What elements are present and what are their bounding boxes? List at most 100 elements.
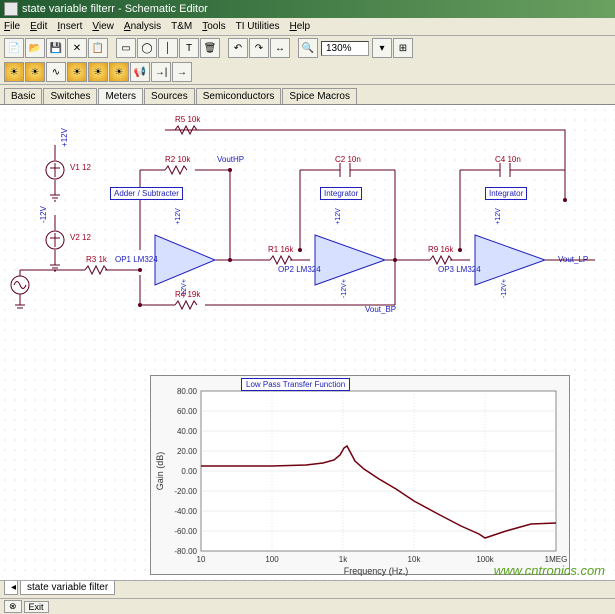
tab-switches[interactable]: Switches bbox=[43, 88, 97, 104]
rotate-right-button[interactable]: ↷ bbox=[249, 38, 269, 58]
graph-title: Low Pass Transfer Function bbox=[241, 378, 350, 391]
text-button[interactable]: T bbox=[179, 38, 199, 58]
delete-button[interactable]: 🗑 bbox=[200, 38, 220, 58]
svg-text:-60.00: -60.00 bbox=[174, 527, 197, 536]
title-bar: state variable filterr - Schematic Edito… bbox=[0, 0, 615, 18]
sim-button-2[interactable]: ☀ bbox=[25, 62, 45, 82]
net-voutbp: Vout_BP bbox=[365, 305, 396, 314]
zoom-button[interactable]: 🔍 bbox=[298, 38, 318, 58]
svg-text:60.00: 60.00 bbox=[177, 407, 198, 416]
label-r1: R1 16k bbox=[268, 245, 293, 254]
svg-text:0.00: 0.00 bbox=[181, 467, 197, 476]
wire-button[interactable]: │ bbox=[158, 38, 178, 58]
sim-button-7[interactable]: 📢 bbox=[130, 62, 150, 82]
svg-text:100: 100 bbox=[265, 555, 279, 564]
sim-button-4[interactable]: ☀ bbox=[67, 62, 87, 82]
svg-text:-20.00: -20.00 bbox=[174, 487, 197, 496]
mirror-button[interactable]: ↔ bbox=[270, 38, 290, 58]
exit-button[interactable]: Exit bbox=[24, 601, 49, 613]
tab-meters[interactable]: Meters bbox=[98, 88, 143, 104]
op1-p12: +12V bbox=[175, 208, 182, 225]
schematic-canvas[interactable]: V1 12 V2 12 +12V -12V R3 1k R2 10k R5 10… bbox=[0, 105, 615, 580]
label-r2: R2 10k bbox=[165, 155, 190, 164]
sim-button-9[interactable]: → bbox=[172, 62, 192, 82]
box-integ2: Integrator bbox=[485, 187, 527, 200]
sim-button-5[interactable]: ☀ bbox=[88, 62, 108, 82]
menu-help[interactable]: Help bbox=[290, 21, 311, 32]
svg-text:40.00: 40.00 bbox=[177, 427, 198, 436]
tab-sources[interactable]: Sources bbox=[144, 88, 195, 104]
sim-button-1[interactable]: ☀ bbox=[4, 62, 24, 82]
tab-scroll-left[interactable]: ◂ bbox=[4, 581, 18, 595]
tab-basic[interactable]: Basic bbox=[4, 88, 42, 104]
bottom-tabbar: ◂ state variable filter bbox=[0, 580, 615, 598]
label-r9: R9 16k bbox=[428, 245, 453, 254]
svg-text:80.00: 80.00 bbox=[177, 387, 198, 396]
bode-plot: Low Pass Transfer Function 80.00 bbox=[150, 375, 570, 575]
save-button[interactable]: 💾 bbox=[46, 38, 66, 58]
label-r5: R5 10k bbox=[175, 115, 200, 124]
new-button[interactable]: 📄 bbox=[4, 38, 24, 58]
box-adder: Adder / Subtracter bbox=[110, 187, 183, 200]
select-button[interactable]: ▭ bbox=[116, 38, 136, 58]
component-tabs: Basic Switches Meters Sources Semiconduc… bbox=[0, 85, 615, 105]
net-vouthp: VoutHP bbox=[217, 155, 244, 164]
toolbar: 📄 📂 💾 ✕ 📋 ▭ ◯ │ T 🗑 ↶ ↷ ↔ 🔍 130% ▾ ⊞ ☀ ☀… bbox=[0, 36, 615, 85]
menu-edit[interactable]: Edit bbox=[30, 21, 47, 32]
label-v1: V1 12 bbox=[70, 163, 91, 172]
menu-analysis[interactable]: Analysis bbox=[124, 21, 161, 32]
svg-text:1k: 1k bbox=[339, 555, 348, 564]
zoom-dropdown[interactable]: ▾ bbox=[372, 38, 392, 58]
sim-button-3[interactable]: ∿ bbox=[46, 62, 66, 82]
op1-n12: -12V+ bbox=[181, 279, 188, 298]
op3-n12: -12V+ bbox=[501, 279, 508, 298]
sheet-tab[interactable]: state variable filter bbox=[20, 581, 115, 595]
svg-text:-40.00: -40.00 bbox=[174, 507, 197, 516]
rotate-left-button[interactable]: ↶ bbox=[228, 38, 248, 58]
net-p12v: +12V bbox=[60, 128, 69, 147]
menu-bar: File Edit Insert View Analysis T&M Tools… bbox=[0, 18, 615, 36]
net-voutlp: Vout_LP bbox=[558, 255, 588, 264]
svg-text:Gain (dB): Gain (dB) bbox=[155, 452, 165, 491]
sim-button-6[interactable]: ☀ bbox=[109, 62, 129, 82]
tab-semiconductors[interactable]: Semiconductors bbox=[196, 88, 282, 104]
sim-button-8[interactable]: →| bbox=[151, 62, 171, 82]
watermark: www.cntronics.com bbox=[494, 563, 605, 578]
close-button[interactable]: ✕ bbox=[67, 38, 87, 58]
menu-tm[interactable]: T&M bbox=[171, 21, 192, 32]
copy-button[interactable]: 📋 bbox=[88, 38, 108, 58]
svg-text:10: 10 bbox=[197, 555, 206, 564]
menu-view[interactable]: View bbox=[92, 21, 114, 32]
svg-text:20.00: 20.00 bbox=[177, 447, 198, 456]
op3-p12: +12V bbox=[495, 208, 502, 225]
label-c2: C2 10n bbox=[335, 155, 361, 164]
label-c4: C4 10n bbox=[495, 155, 521, 164]
graph-svg: 80.00 60.00 40.00 20.00 0.00 -20.00 -40.… bbox=[151, 376, 571, 576]
svg-text:100k: 100k bbox=[476, 555, 494, 564]
status-bar: ⊗ Exit bbox=[0, 598, 615, 614]
schematic-svg bbox=[0, 105, 615, 385]
label-r3: R3 1k bbox=[86, 255, 107, 264]
zoom-input[interactable]: 130% bbox=[321, 41, 369, 56]
box-integ1: Integrator bbox=[320, 187, 362, 200]
tab-spice[interactable]: Spice Macros bbox=[282, 88, 357, 104]
net-n12v: -12V bbox=[39, 206, 48, 223]
menu-tools[interactable]: Tools bbox=[202, 21, 225, 32]
op2-n12: -12V+ bbox=[341, 279, 348, 298]
op2-p12: +12V bbox=[335, 208, 342, 225]
menu-tiutil[interactable]: TI Utilities bbox=[236, 21, 280, 32]
label-op2: OP2 LM324 bbox=[278, 265, 321, 274]
label-op3: OP3 LM324 bbox=[438, 265, 481, 274]
lasso-button[interactable]: ◯ bbox=[137, 38, 157, 58]
app-icon bbox=[4, 2, 18, 16]
label-op1: OP1 LM324 bbox=[115, 255, 158, 264]
menu-insert[interactable]: Insert bbox=[57, 21, 82, 32]
window-title: state variable filterr - Schematic Edito… bbox=[22, 3, 208, 15]
svg-text:10k: 10k bbox=[408, 555, 422, 564]
status-icon[interactable]: ⊗ bbox=[4, 600, 22, 613]
open-button[interactable]: 📂 bbox=[25, 38, 45, 58]
label-v2: V2 12 bbox=[70, 233, 91, 242]
grid-button[interactable]: ⊞ bbox=[393, 38, 413, 58]
menu-file[interactable]: File bbox=[4, 21, 20, 32]
svg-text:-80.00: -80.00 bbox=[174, 547, 197, 556]
